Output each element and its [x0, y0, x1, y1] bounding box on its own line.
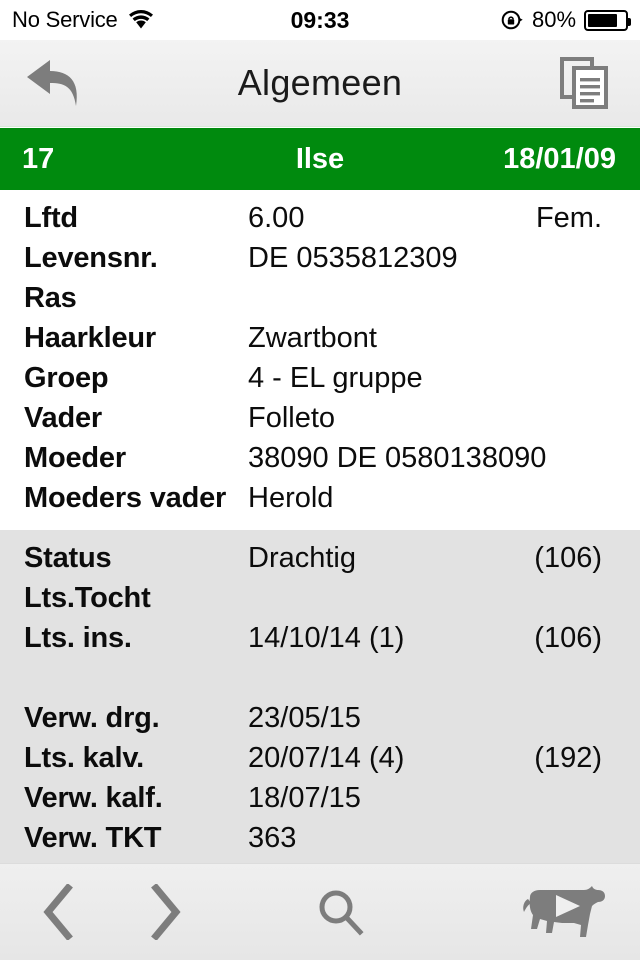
- bottom-toolbar: [0, 863, 640, 960]
- row-extra-value: Fem.: [535, 202, 602, 234]
- battery-icon: [584, 9, 632, 31]
- animal-birth-date: 18/01/09: [503, 142, 616, 175]
- row-label: Verw. TKT: [24, 822, 162, 854]
- back-arrow-icon: [24, 56, 86, 110]
- chevron-right-icon: [148, 884, 182, 940]
- animal-number: 17: [22, 142, 55, 175]
- data-row: Verw. kalf. 18/07/15: [0, 782, 640, 822]
- row-value: 23/05/15: [248, 702, 361, 734]
- row-extra-value: (192): [534, 742, 602, 774]
- app-screen: No Service 09:33 80% Algemeen 17 Ilse 18…: [0, 0, 640, 960]
- data-row: Lts. kalv. 20/07/14 (4) (192): [0, 742, 640, 782]
- navigation-bar: Algemeen: [0, 40, 640, 127]
- data-row: Verw. TKT 363: [0, 822, 640, 862]
- data-row: Lts.Tocht: [0, 582, 640, 622]
- row-label: Moeders vader: [24, 482, 227, 514]
- row-value: Herold: [248, 482, 334, 514]
- row-label: Haarkleur: [24, 322, 156, 354]
- data-row: Ras: [0, 282, 640, 322]
- previous-animal-button[interactable]: [6, 864, 112, 960]
- page-title: Algemeen: [237, 62, 403, 103]
- row-label: Lftd: [24, 202, 78, 234]
- reproduction-rows: Status Drachtig (106) Lts.Tocht Lts. ins. 14/…: [0, 530, 640, 862]
- row-label: Lts. ins.: [24, 622, 132, 654]
- row-label: Groep: [24, 362, 109, 394]
- data-row: Lftd 6.00 Fem.: [0, 202, 640, 242]
- row-label: Lts. kalv.: [24, 742, 144, 774]
- data-row: Vader Folleto: [0, 402, 640, 442]
- row-value: 6.00: [248, 202, 305, 234]
- row-value: 363: [248, 822, 297, 854]
- back-button[interactable]: [0, 40, 110, 127]
- status-bar-center: 09:33: [291, 7, 350, 34]
- row-value: 4 - EL gruppe: [248, 362, 423, 394]
- row-value: 14/10/14 (1): [248, 622, 405, 654]
- data-row: Levensnr. DE 0535812309: [0, 242, 640, 282]
- battery-percent-label: 80%: [531, 7, 577, 32]
- cow-play-icon: [518, 881, 610, 943]
- row-value: Zwartbont: [248, 322, 377, 354]
- row-label: Lts.Tocht: [24, 582, 151, 614]
- reproduction-section: Status Drachtig (106) Lts.Tocht Lts. ins. 14/…: [0, 530, 640, 863]
- next-animal-button[interactable]: [112, 864, 218, 960]
- search-button[interactable]: [266, 864, 416, 960]
- wifi-icon: [128, 10, 154, 30]
- data-row: Status Drachtig (106): [0, 542, 640, 582]
- row-label: Verw. kalf.: [24, 782, 163, 814]
- row-label: Ras: [24, 282, 77, 314]
- copy-button[interactable]: [530, 40, 640, 127]
- data-row: Moeder 38090 DE 0580138090: [0, 442, 640, 482]
- identity-rows: Lftd 6.00 Fem. Levensnr. DE 0535812309 Ras Haa…: [0, 190, 640, 522]
- data-row-spacer: [0, 662, 640, 702]
- status-bar-right: 80%: [349, 7, 632, 33]
- record-header-bar: 17 Ilse 18/01/09: [0, 128, 640, 190]
- row-label: Status: [24, 542, 112, 574]
- row-extra-value: (106): [534, 622, 602, 654]
- row-value: 38090 DE 0580138090: [248, 442, 547, 474]
- row-label: Vader: [24, 402, 102, 434]
- carrier-label: No Service: [12, 7, 118, 32]
- rotation-lock-icon: [500, 8, 524, 32]
- clock-label: 09:33: [290, 6, 350, 33]
- row-value: DE 0535812309: [248, 242, 458, 274]
- status-bar-left: No Service: [12, 7, 291, 33]
- row-value: 18/07/15: [248, 782, 361, 814]
- animal-list-button[interactable]: [494, 864, 634, 960]
- data-row: Groep 4 - EL gruppe: [0, 362, 640, 402]
- data-row: Moeders vader Herold: [0, 482, 640, 522]
- row-extra-value: (106): [534, 542, 602, 574]
- animal-name: Ilse: [295, 142, 345, 175]
- search-icon: [313, 884, 369, 940]
- status-bar: No Service 09:33 80%: [0, 0, 640, 40]
- row-label: Levensnr.: [24, 242, 158, 274]
- row-value: 20/07/14 (4): [248, 742, 405, 774]
- data-row: Verw. drg. 23/05/15: [0, 702, 640, 742]
- data-row: Haarkleur Zwartbont: [0, 322, 640, 362]
- copy-documents-icon: [560, 56, 610, 110]
- identity-section: Lftd 6.00 Fem. Levensnr. DE 0535812309 Ras Haa…: [0, 190, 640, 530]
- row-label: Moeder: [24, 442, 126, 474]
- row-value: Drachtig: [248, 542, 356, 574]
- row-label: Verw. drg.: [24, 702, 160, 734]
- row-value: Folleto: [248, 402, 336, 434]
- data-row: Lts. ins. 14/10/14 (1) (106): [0, 622, 640, 662]
- chevron-left-icon: [42, 884, 76, 940]
